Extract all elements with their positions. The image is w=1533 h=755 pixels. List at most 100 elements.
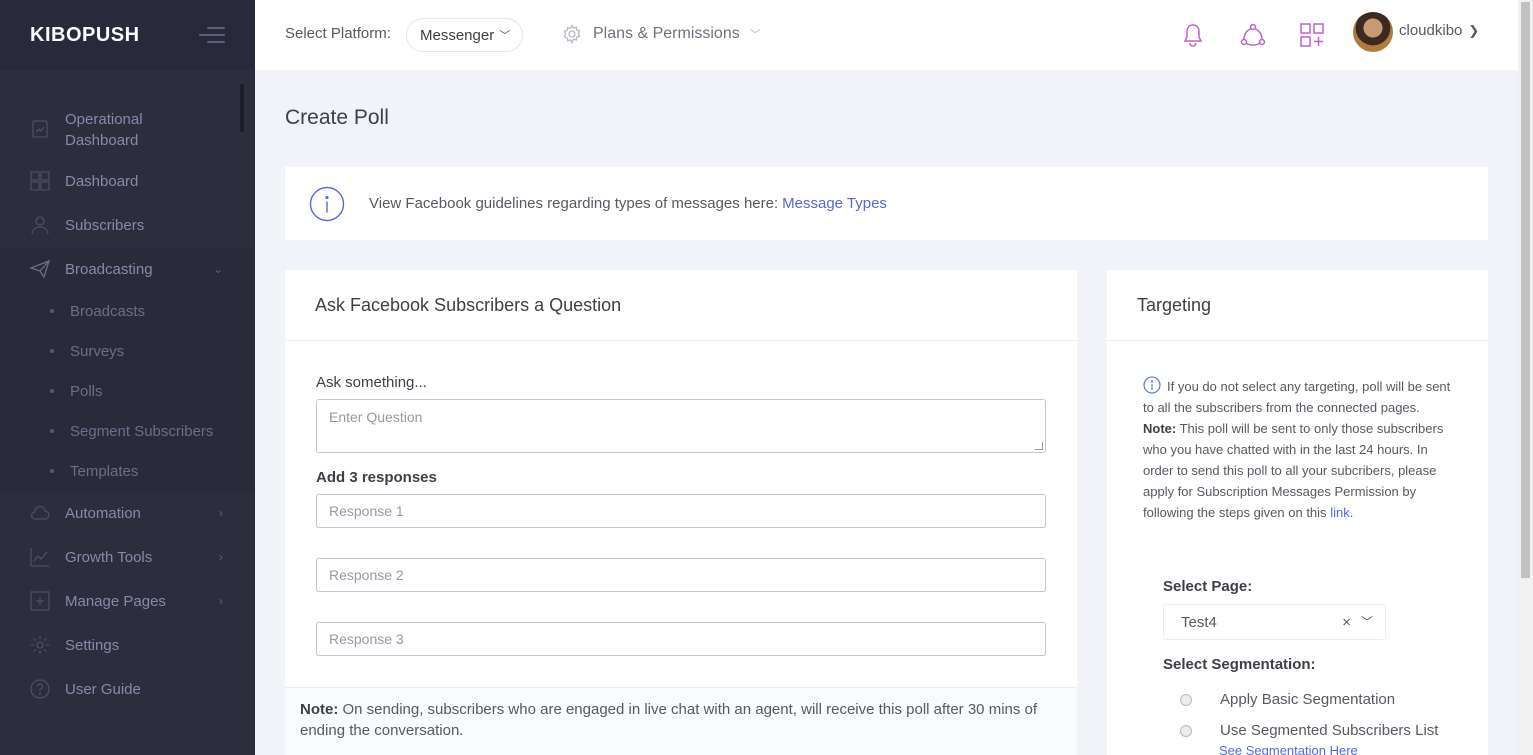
cloud-icon xyxy=(30,503,50,523)
bullet-icon xyxy=(50,429,54,433)
clear-icon[interactable]: × xyxy=(1342,614,1351,631)
user-icon xyxy=(30,215,50,235)
info-text: If you do not select any targeting, poll… xyxy=(1143,379,1451,415)
sidebar-item-dashboard[interactable]: Dashboard xyxy=(0,170,255,192)
user-menu[interactable]: cloudkibo ❯ xyxy=(1399,22,1479,39)
page-select-value: Test4 xyxy=(1181,613,1217,631)
bullet-icon xyxy=(50,309,54,313)
user-name: cloudkibo xyxy=(1399,22,1463,39)
sidebar-item-label: Growth Tools xyxy=(65,548,153,566)
bullet-icon xyxy=(50,349,54,353)
sidebar-item-label: Manage Pages xyxy=(65,592,166,610)
response-placeholder: Response 3 xyxy=(329,631,404,647)
sidebar-subitem-segment-subscribers[interactable]: Segment Subscribers xyxy=(0,420,255,442)
select-segmentation-label: Select Segmentation: xyxy=(1163,656,1316,673)
scrollbar-thumb[interactable] xyxy=(1521,2,1530,578)
chevron-down-icon: ⌄ xyxy=(212,262,223,276)
bullet-icon xyxy=(50,389,54,393)
subitem-label: Broadcasts xyxy=(70,302,146,320)
info-icon xyxy=(1143,376,1161,394)
sidebar-item-user-guide[interactable]: User Guide xyxy=(0,678,255,700)
see-segmentation-link[interactable]: See Segmentation Here xyxy=(1219,743,1358,755)
targeting-card: Targeting If you do not select any targe… xyxy=(1107,270,1488,755)
paper-plane-icon xyxy=(30,259,50,279)
question-textarea[interactable]: Enter Question xyxy=(316,399,1046,453)
response-placeholder: Response 1 xyxy=(329,503,404,519)
sidebar-item-label: Subscribers xyxy=(65,216,145,234)
message-types-link[interactable]: Message Types xyxy=(782,195,887,212)
responses-label: Add 3 responses xyxy=(316,469,437,486)
option-label: Apply Basic Segmentation xyxy=(1220,691,1396,708)
sidebar-item-growth-tools[interactable]: Growth Tools › xyxy=(0,546,255,568)
top-header: Select Platform: Messenger ﹀ Plans & Per… xyxy=(255,0,1518,70)
sidebar-subitem-templates[interactable]: Templates xyxy=(0,460,255,482)
sidebar-item-label: Operational Dashboard xyxy=(65,111,143,149)
avatar[interactable] xyxy=(1353,12,1393,52)
gear-icon xyxy=(30,635,50,655)
chevron-down-icon: ﹀ xyxy=(499,30,511,42)
question-icon xyxy=(30,679,50,699)
page-select[interactable]: Test4 × ﹀ xyxy=(1163,604,1386,640)
note-label: Note: xyxy=(300,701,339,718)
sidebar-item-automation[interactable]: Automation › xyxy=(0,502,255,524)
sidebar-subitem-broadcasts[interactable]: Broadcasts xyxy=(0,300,255,322)
sidebar-item-label: Broadcasting xyxy=(65,260,153,278)
segmented-list-option[interactable]: Use Segmented Subscribers List xyxy=(1180,722,1438,739)
subitem-label: Surveys xyxy=(70,342,125,360)
subitem-label: Templates xyxy=(70,462,139,480)
platform-label: Select Platform: xyxy=(285,25,391,42)
note-text: On sending, subscribers who are engaged … xyxy=(300,701,1038,739)
subitem-label: Polls xyxy=(70,382,103,400)
notification-bell-icon[interactable] xyxy=(1178,20,1208,50)
targeting-heading: Targeting xyxy=(1107,270,1488,341)
network-icon[interactable] xyxy=(1238,20,1268,50)
bullet-icon xyxy=(50,469,54,473)
sidebar: KIBOPUSH Operational Dashboard Dashboard … xyxy=(0,0,255,755)
poll-heading: Ask Facebook Subscribers a Question xyxy=(285,270,1077,341)
live-chat-note: Note: On sending, subscribers who are en… xyxy=(285,687,1077,755)
sidebar-item-manage-pages[interactable]: Manage Pages › xyxy=(0,590,255,612)
chart-report-icon xyxy=(30,119,50,139)
menu-toggle-icon[interactable] xyxy=(199,27,225,45)
sidebar-item-operational-dashboard[interactable]: Operational Dashboard xyxy=(0,109,255,151)
platform-select[interactable]: Messenger ﹀ xyxy=(406,18,523,52)
subitem-label: Segment Subscribers xyxy=(70,422,214,440)
sidebar-item-label: Dashboard xyxy=(65,172,139,190)
radio-button[interactable] xyxy=(1180,724,1192,737)
poll-form-card: Ask Facebook Subscribers a Question Ask … xyxy=(285,270,1077,755)
targeting-info: If you do not select any targeting, poll… xyxy=(1143,376,1455,523)
question-placeholder: Enter Question xyxy=(329,409,423,425)
permission-link[interactable]: link xyxy=(1330,505,1350,520)
sidebar-item-subscribers[interactable]: Subscribers xyxy=(0,214,255,236)
select-page-label: Select Page: xyxy=(1163,578,1253,595)
plans-label: Plans & Permissions xyxy=(593,25,740,42)
basic-segmentation-option[interactable]: Apply Basic Segmentation xyxy=(1180,691,1395,708)
response-1-input[interactable]: Response 1 xyxy=(316,494,1046,528)
plans-permissions-menu[interactable]: Plans & Permissions ﹀ xyxy=(562,24,761,44)
sidebar-item-label: Automation xyxy=(65,504,141,522)
platform-value: Messenger xyxy=(420,26,495,44)
sidebar-subitem-polls[interactable]: Polls xyxy=(0,380,255,402)
chevron-right-icon: › xyxy=(219,594,223,608)
chevron-right-icon: › xyxy=(219,506,223,520)
sidebar-item-settings[interactable]: Settings xyxy=(0,634,255,656)
line-chart-icon xyxy=(30,547,50,567)
radio-button[interactable] xyxy=(1180,693,1192,706)
grid-icon xyxy=(30,171,50,191)
resize-handle[interactable] xyxy=(1035,442,1043,450)
question-label: Ask something... xyxy=(316,374,427,391)
apps-add-icon[interactable] xyxy=(1297,20,1327,50)
sidebar-item-label: User Guide xyxy=(65,680,141,698)
note-label: Note: xyxy=(1143,421,1177,436)
sidebar-subitem-surveys[interactable]: Surveys xyxy=(0,340,255,362)
gear-icon xyxy=(563,24,581,44)
sidebar-item-broadcasting[interactable]: Broadcasting ⌄ xyxy=(0,258,255,280)
chevron-down-icon[interactable]: ﹀ xyxy=(1361,613,1373,630)
sidebar-item-label: Settings xyxy=(65,636,120,654)
response-3-input[interactable]: Response 3 xyxy=(316,622,1046,656)
page-scrollbar[interactable] xyxy=(1518,0,1533,755)
response-placeholder: Response 2 xyxy=(329,567,404,583)
guidelines-alert: View Facebook guidelines regarding types… xyxy=(285,167,1488,240)
response-2-input[interactable]: Response 2 xyxy=(316,558,1046,592)
page-title: Create Poll xyxy=(285,106,389,129)
